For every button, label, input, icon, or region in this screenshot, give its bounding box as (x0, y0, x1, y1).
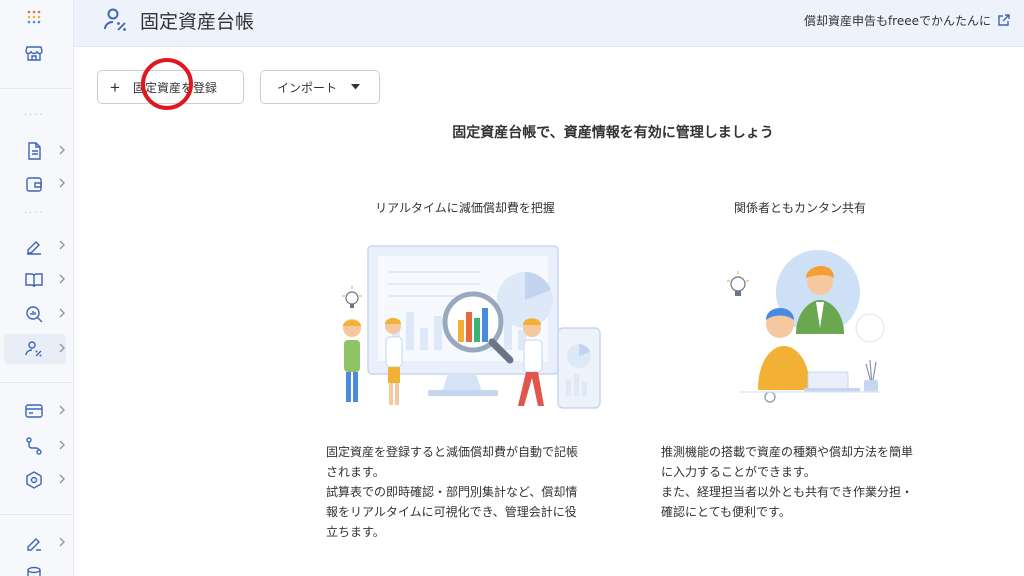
main-heading: 固定資産台帳で、資産情報を有効に管理しましょう (452, 125, 774, 141)
page-header: 固定資産台帳 償却資産申告もfreeeでかんたんに (74, 0, 1024, 47)
import-label: インポート (277, 80, 338, 95)
chevron-right-icon (59, 145, 65, 155)
feature-description-share: 推測機能の搭載で資産の種類や償却方法を簡単 に入力することができます。 また、経… (661, 445, 914, 519)
section-dots: ···· (24, 208, 45, 219)
chevron-right-icon (59, 240, 65, 250)
sidebar-item-fixed-assets[interactable] (4, 334, 66, 364)
sidebar-item-database[interactable] (4, 560, 66, 576)
feature-title-realtime: リアルタイムに減価償却費を把握 (375, 201, 555, 215)
feature-description-realtime: 固定資産を登録すると減価償却費が自動で記帳 されます。 試算表での即時確認・部門… (326, 445, 579, 539)
section-dots: ···· (24, 110, 45, 121)
sidebar-item-workflow[interactable] (4, 431, 66, 461)
sidebar-item-store[interactable] (4, 38, 66, 68)
pen-icon (27, 241, 41, 255)
workflow-icon (26, 437, 42, 455)
sharing-illustration (727, 250, 885, 403)
promo-link-label: 償却資産申告もfreeeでかんたんに (803, 14, 991, 28)
chevron-right-icon (59, 308, 65, 318)
store-icon (25, 46, 43, 61)
database-icon (27, 566, 41, 576)
sidebar: ···· ···· (0, 0, 74, 576)
chevron-right-icon (59, 474, 65, 484)
realtime-depreciation-illustration (342, 245, 601, 409)
chevron-right-icon (59, 178, 65, 188)
sidebar-item-settings[interactable] (4, 465, 66, 495)
chevron-right-icon (59, 343, 65, 353)
plus-icon: + (110, 77, 120, 97)
asset-user-icon (25, 341, 42, 357)
chevron-right-icon (59, 274, 65, 284)
annotation-circle (141, 58, 193, 110)
book-icon (25, 273, 43, 288)
chevron-right-icon (59, 537, 65, 547)
wallet-icon (26, 177, 42, 192)
sidebar-item-pen[interactable] (4, 231, 66, 261)
caret-down-icon (351, 84, 361, 90)
external-link-icon (998, 14, 1010, 26)
sidebar-item-wallet[interactable] (4, 169, 66, 199)
card-icon (25, 404, 43, 418)
apps-grid-icon (27, 10, 41, 24)
sidebar-item-book[interactable] (4, 265, 66, 295)
chevron-right-icon (59, 440, 65, 450)
sidebar-item-documents[interactable] (4, 136, 66, 166)
settings-hex-icon (26, 471, 42, 489)
sidebar-item-card[interactable] (4, 396, 66, 426)
document-icon (28, 142, 41, 160)
import-dropdown-button[interactable]: インポート (260, 70, 380, 104)
pen-icon-2 (27, 538, 41, 551)
sidebar-item-edit[interactable] (4, 528, 66, 558)
analytics-search-icon (26, 306, 43, 323)
chevron-right-icon (59, 405, 65, 415)
page-title: 固定資産台帳 (140, 11, 255, 33)
asset-user-icon (104, 8, 126, 31)
apps-grid-button[interactable] (4, 2, 66, 32)
sidebar-item-analytics[interactable] (4, 299, 66, 329)
promo-link[interactable]: 償却資産申告もfreeeでかんたんに (804, 12, 1010, 29)
feature-title-share: 関係者ともカンタン共有 (733, 201, 866, 215)
